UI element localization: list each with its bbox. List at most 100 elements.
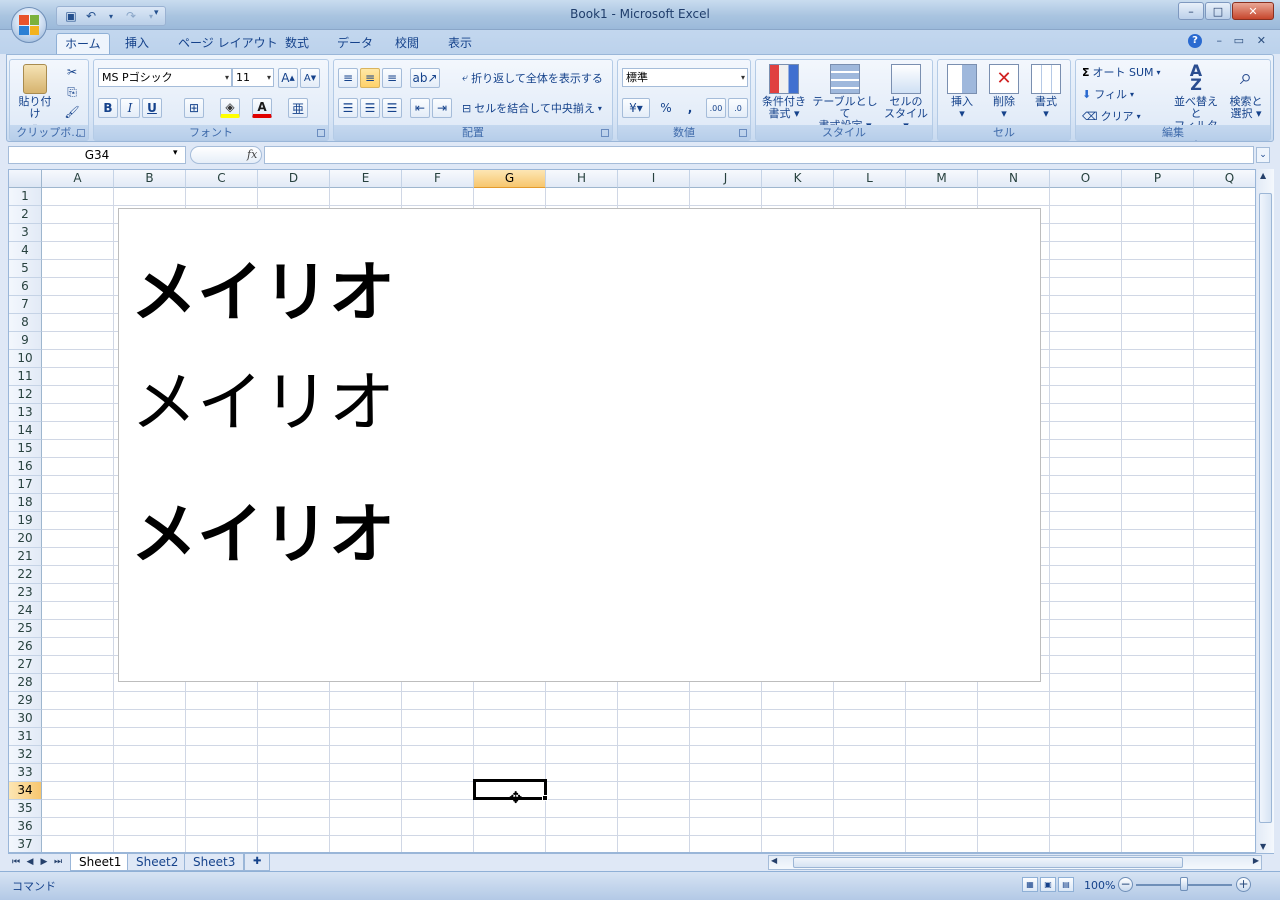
last-sheet-icon[interactable]: ⏭ — [52, 855, 64, 870]
italic-button[interactable]: I — [120, 98, 140, 118]
workbook-restore-icon[interactable]: ▭ — [1234, 34, 1244, 47]
column-header[interactable]: P — [1122, 170, 1194, 188]
comma-style-button[interactable]: , — [680, 98, 700, 118]
font-size-select[interactable]: 11 ▾ — [232, 68, 274, 87]
row-header[interactable]: 21 — [9, 548, 42, 566]
tab-data[interactable]: データ — [329, 33, 381, 54]
vertical-scrollbar[interactable]: ▲ ▼ — [1257, 169, 1274, 853]
text-box[interactable]: メイリオ メイリオ メイリオ — [118, 208, 1041, 682]
shrink-font-icon[interactable]: A ▼ — [300, 68, 320, 88]
row-header[interactable]: 18 — [9, 494, 42, 512]
maximize-button[interactable]: □ — [1205, 2, 1231, 20]
close-button[interactable]: ✕ — [1232, 2, 1274, 20]
row-header[interactable]: 7 — [9, 296, 42, 314]
font-color-icon[interactable]: A — [252, 98, 272, 118]
zoom-out-icon[interactable]: − — [1118, 877, 1133, 892]
vertical-scroll-thumb[interactable] — [1259, 193, 1272, 823]
zoom-in-icon[interactable]: + — [1236, 877, 1251, 892]
font-name-select[interactable]: MS Pゴシック ▾ — [98, 68, 232, 87]
phonetic-guide-icon[interactable]: 亜 — [288, 98, 308, 118]
autosum-button[interactable]: Σ オート SUM ▾ — [1082, 62, 1161, 82]
row-header[interactable]: 25 — [9, 620, 42, 638]
expand-formula-bar-icon[interactable]: ⌄ — [1256, 147, 1270, 163]
horizontal-scrollbar[interactable]: ◀ ▶ — [768, 855, 1262, 870]
row-header[interactable]: 14 — [9, 422, 42, 440]
row-header[interactable]: 30 — [9, 710, 42, 728]
worksheet-grid[interactable]: ABCDEFGHIJKLMNOPQ 1 2 3 4 5 6 7 8 9 10 11 12 13 14 15 1… — [8, 169, 1256, 853]
column-header[interactable]: J — [690, 170, 762, 188]
grow-font-icon[interactable]: A ▲ — [278, 68, 298, 88]
currency-format-icon[interactable]: ¥▾ — [622, 98, 650, 118]
find-select-button[interactable]: ⌕ 検索と 選択 ▾ — [1224, 64, 1268, 120]
font-launcher-icon[interactable] — [317, 129, 325, 137]
select-all-corner[interactable] — [9, 170, 42, 188]
row-header[interactable]: 36 — [9, 818, 42, 836]
office-button[interactable] — [11, 7, 47, 43]
first-sheet-icon[interactable]: ⏮ — [10, 855, 22, 870]
row-header[interactable]: 15 — [9, 440, 42, 458]
column-header[interactable]: N — [978, 170, 1050, 188]
workbook-minimize-icon[interactable]: – — [1217, 34, 1223, 47]
next-sheet-icon[interactable]: ▶ — [38, 855, 50, 870]
sheet-tab-2[interactable]: Sheet2 — [127, 854, 188, 871]
row-header[interactable]: 2 — [9, 206, 42, 224]
formula-input[interactable] — [264, 146, 1254, 164]
align-middle-icon[interactable]: ≡ — [360, 68, 380, 88]
merge-center-button[interactable]: ⊟ セルを結合して中央揃え ▾ — [462, 98, 602, 118]
column-header[interactable]: L — [834, 170, 906, 188]
delete-cells-button[interactable]: ✕ 削除 ▾ — [984, 64, 1024, 120]
align-top-icon[interactable]: ≡ — [338, 68, 358, 88]
number-format-select[interactable]: 標準 ▾ — [622, 68, 748, 87]
workbook-close-icon[interactable]: ✕ — [1257, 34, 1266, 47]
format-painter-icon[interactable]: 🖌 — [62, 102, 82, 122]
column-header[interactable]: C — [186, 170, 258, 188]
tab-view[interactable]: 表示 — [440, 33, 480, 54]
row-header[interactable]: 33 — [9, 764, 42, 782]
column-header[interactable]: O — [1050, 170, 1122, 188]
align-left-icon[interactable]: ☰ — [338, 98, 358, 118]
clear-button[interactable]: ⌫ クリア ▾ — [1082, 106, 1141, 126]
row-header[interactable]: 22 — [9, 566, 42, 584]
sheet-tab-3[interactable]: Sheet3 — [184, 854, 245, 871]
cut-icon[interactable]: ✂ — [62, 62, 82, 82]
fill-color-icon[interactable]: ◈ — [220, 98, 240, 118]
row-header[interactable]: 9 — [9, 332, 42, 350]
row-header[interactable]: 13 — [9, 404, 42, 422]
alignment-launcher-icon[interactable] — [601, 129, 609, 137]
row-header[interactable]: 17 — [9, 476, 42, 494]
row-header[interactable]: 20 — [9, 530, 42, 548]
increase-indent-icon[interactable]: ⇥ — [432, 98, 452, 118]
column-header[interactable]: E — [330, 170, 402, 188]
orientation-icon[interactable]: ab↗ — [410, 68, 440, 88]
fill-handle[interactable] — [542, 795, 548, 801]
row-header[interactable]: 23 — [9, 584, 42, 602]
row-header[interactable]: 12 — [9, 386, 42, 404]
wrap-text-button[interactable]: ⤶ 折り返して全体を表示する — [462, 68, 603, 88]
page-break-view-icon[interactable]: ▤ — [1058, 877, 1074, 892]
tab-home[interactable]: ホーム — [56, 33, 110, 54]
align-right-icon[interactable]: ☰ — [382, 98, 402, 118]
zoom-slider-thumb[interactable] — [1180, 877, 1188, 891]
prev-sheet-icon[interactable]: ◀ — [24, 855, 36, 870]
row-header[interactable]: 37 — [9, 836, 42, 852]
clipboard-launcher-icon[interactable] — [77, 129, 85, 137]
column-header[interactable]: G — [474, 170, 546, 188]
sheet-tab-1[interactable]: Sheet1 — [70, 854, 131, 871]
insert-sheet-icon[interactable]: ✚ — [244, 854, 271, 871]
scroll-down-icon[interactable]: ▼ — [1260, 842, 1266, 851]
percent-style-button[interactable]: % — [656, 98, 676, 118]
row-header[interactable]: 4 — [9, 242, 42, 260]
insert-cells-button[interactable]: 挿入 ▾ — [942, 64, 982, 120]
column-header[interactable]: F — [402, 170, 474, 188]
row-header[interactable]: 28 — [9, 674, 42, 692]
tab-insert[interactable]: 挿入 — [117, 33, 157, 54]
scroll-left-icon[interactable]: ◀ — [771, 856, 777, 865]
row-header[interactable]: 3 — [9, 224, 42, 242]
row-header[interactable]: 27 — [9, 656, 42, 674]
align-center-icon[interactable]: ☰ — [360, 98, 380, 118]
help-icon[interactable]: ? — [1188, 34, 1202, 48]
paste-button[interactable]: 貼り付け▾ — [14, 64, 56, 133]
align-bottom-icon[interactable]: ≡ — [382, 68, 402, 88]
column-header[interactable]: Q — [1194, 170, 1255, 188]
row-header[interactable]: 6 — [9, 278, 42, 296]
